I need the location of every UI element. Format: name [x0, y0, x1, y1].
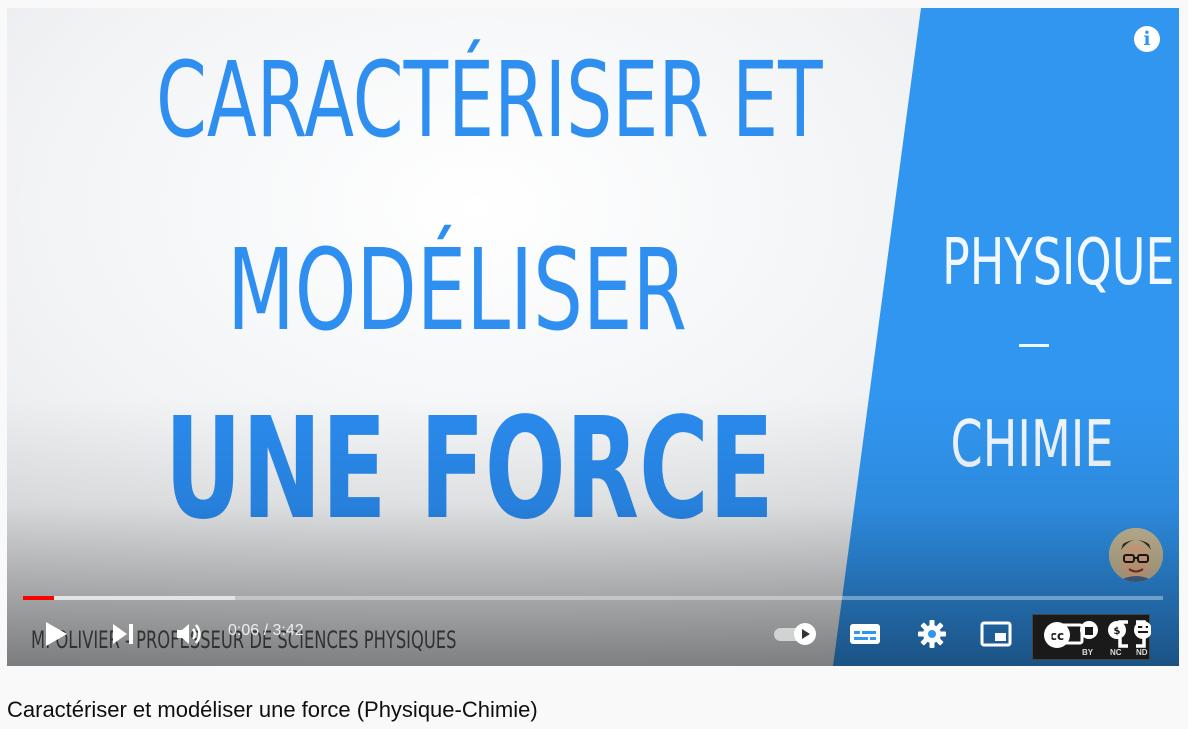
channel-avatar[interactable]: [1109, 528, 1163, 582]
avatar-face-icon: [1109, 528, 1163, 582]
thumbnail-title-line-2: MODÉLISER: [227, 226, 687, 356]
time-display: 0:06 / 3:42: [228, 622, 304, 639]
fullscreen-icon[interactable]: [1115, 617, 1149, 651]
autoplay-toggle[interactable]: [771, 620, 821, 648]
miniplayer-icon[interactable]: [979, 619, 1013, 649]
volume-icon[interactable]: [173, 619, 205, 649]
license-by: BY: [1082, 648, 1094, 657]
subtitles-icon[interactable]: [847, 619, 883, 649]
play-icon[interactable]: [41, 619, 71, 649]
thumbnail-title-line-1: CARACTÉRISER ET: [156, 39, 823, 161]
info-icon[interactable]: i: [1134, 26, 1160, 52]
progress-played: [23, 596, 54, 600]
subject-physique: PHYSIQUE: [942, 226, 1175, 300]
video-player[interactable]: CARACTÉRISER ET MODÉLISER UNE FORCE PHYS…: [7, 8, 1179, 666]
video-title-caption: Caractériser et modéliser une force (Phy…: [7, 697, 538, 722]
theater-mode-icon[interactable]: [1047, 619, 1085, 649]
settings-gear-icon[interactable]: [915, 617, 949, 651]
subject-chimie: CHIMIE: [950, 408, 1114, 482]
thumbnail-title-line-3: UNE FORCE: [164, 388, 774, 551]
subject-dash: [1019, 344, 1049, 347]
progress-bar[interactable]: [23, 596, 1163, 600]
next-icon[interactable]: [108, 619, 138, 649]
progress-buffered: [23, 596, 236, 600]
